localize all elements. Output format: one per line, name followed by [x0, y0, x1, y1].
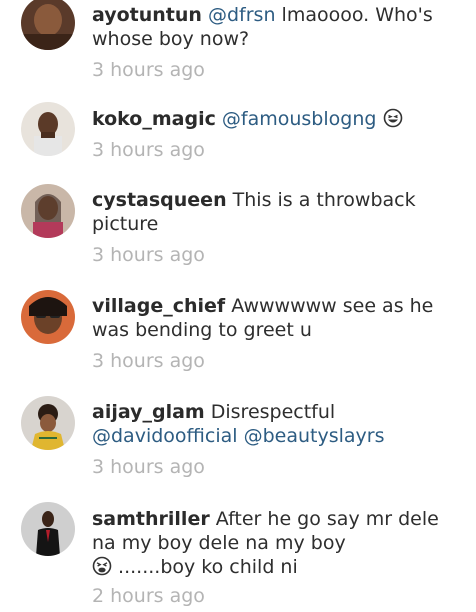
comment-timestamp: 3 hours ago [92, 139, 205, 161]
comment-text: aijay_glam Disrespectful @davidoofficial … [92, 400, 464, 448]
comment-mention[interactable]: @davidoofficial [92, 425, 238, 447]
comment-list: ayotuntun @dfrsn lmaoooo. Who's whose bo… [0, 0, 476, 612]
avatar[interactable] [21, 0, 75, 50]
comment-content: cystasqueen This is a throwback picture … [92, 188, 464, 267]
comment-text: ayotuntun @dfrsn lmaoooo. Who's whose bo… [92, 3, 464, 51]
comment-text: cystasqueen This is a throwback picture [92, 188, 464, 236]
comment-body-continued: .......boy ko child ni [118, 556, 298, 578]
avatar-village-chief [21, 290, 75, 344]
comment-username[interactable]: samthriller [92, 508, 210, 530]
avatar-ayotuntun [21, 0, 75, 50]
comment-timestamp: 3 hours ago [92, 59, 205, 81]
grinning-squint-face-icon [383, 108, 403, 128]
comment-text: koko_magic @famousblogng [92, 107, 464, 131]
comment-mention[interactable]: @dfrsn [208, 4, 276, 26]
avatar[interactable] [21, 396, 75, 450]
comment-username[interactable]: cystasqueen [92, 189, 227, 211]
avatar[interactable] [21, 184, 75, 238]
comment-content: samthriller After he go say mr dele na m… [92, 507, 464, 608]
avatar-aijay-glam [21, 396, 75, 450]
comment-timestamp: 3 hours ago [92, 244, 205, 266]
comment-content: koko_magic @famousblogng 3 hours ago [92, 107, 464, 162]
avatar[interactable] [21, 102, 75, 156]
comment-username[interactable]: village_chief [92, 295, 225, 317]
comment-username[interactable]: aijay_glam [92, 401, 205, 423]
comment-content: ayotuntun @dfrsn lmaoooo. Who's whose bo… [92, 3, 464, 82]
comment-timestamp: 3 hours ago [92, 456, 205, 478]
comment-username[interactable]: koko_magic [92, 108, 216, 130]
avatar-koko-magic [21, 102, 75, 156]
avatar[interactable] [21, 290, 75, 344]
comment-text: village_chief Awwwwww see as he was bend… [92, 294, 464, 342]
comment-body: Disrespectful [204, 401, 336, 423]
avatar-cystasqueen [21, 184, 75, 238]
comment-content: village_chief Awwwwww see as he was bend… [92, 294, 464, 373]
comment-username[interactable]: ayotuntun [92, 4, 202, 26]
comment-mention[interactable]: @beautyslayrs [244, 425, 385, 447]
avatar-samthriller [21, 502, 75, 556]
comment-timestamp: 2 hours ago [92, 585, 205, 607]
tired-face-icon [92, 556, 112, 576]
comment-mention[interactable]: @famousblogng [222, 108, 377, 130]
comment-timestamp: 3 hours ago [92, 350, 205, 372]
comment-content: aijay_glam Disrespectful @davidoofficial … [92, 400, 464, 479]
comment-text: samthriller After he go say mr dele na m… [92, 507, 464, 579]
avatar[interactable] [21, 502, 75, 556]
